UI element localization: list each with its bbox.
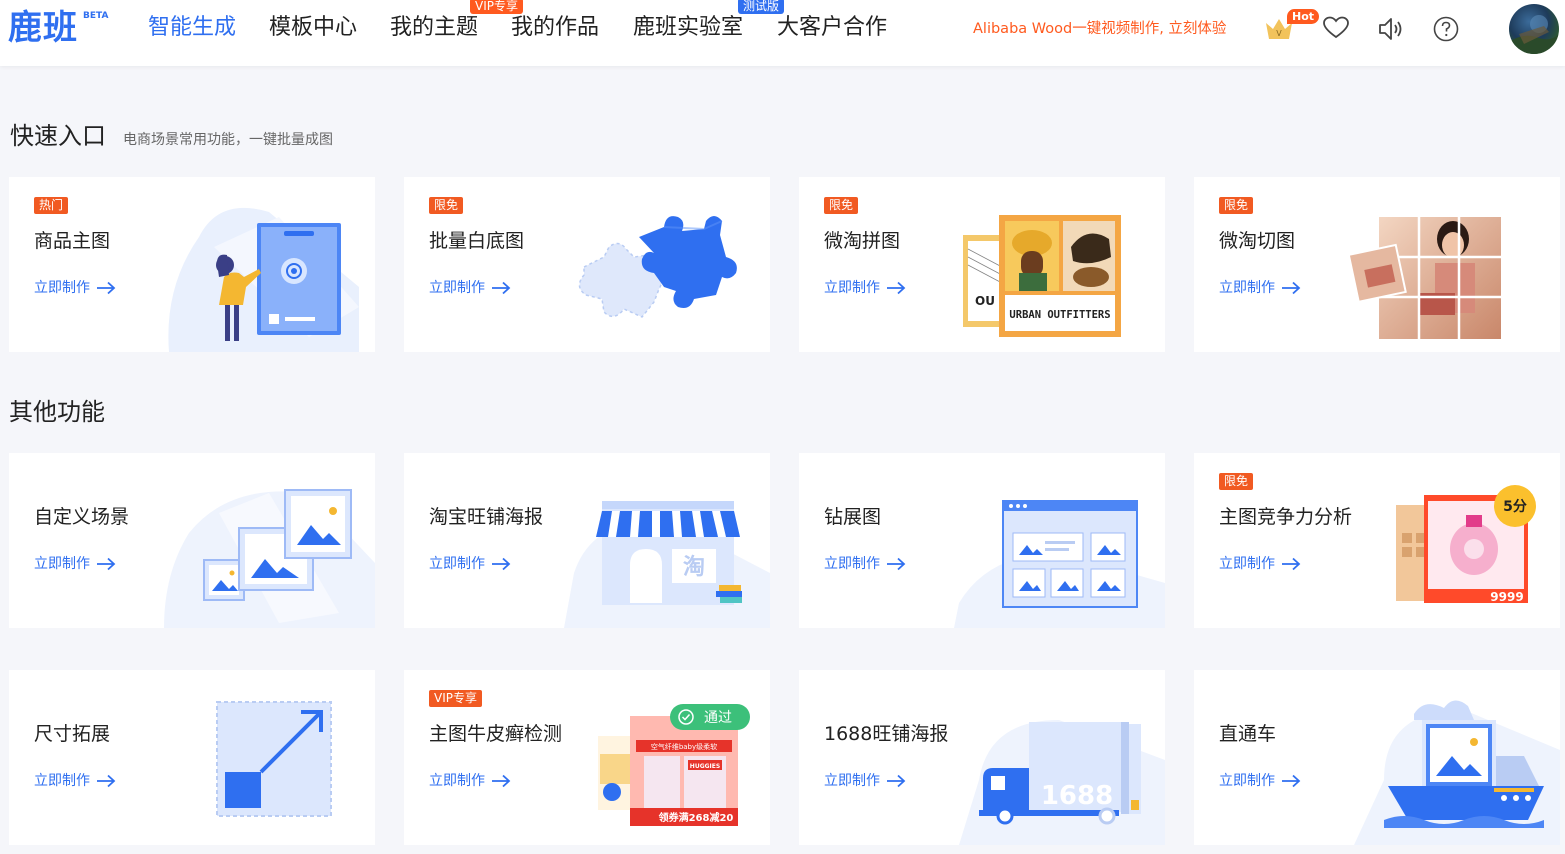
card-weitao-collage[interactable]: 限免 微淘拼图 立即制作 OU URBAN OUTFITTERS <box>799 177 1165 352</box>
card-title: 淘宝旺铺海报 <box>429 506 544 528</box>
make-now-link[interactable]: 立即制作 <box>824 279 906 297</box>
beta-badge: BETA <box>83 11 109 21</box>
card-taobao-shop-poster[interactable]: 淘宝旺铺海报 立即制作 淘 <box>404 453 770 628</box>
free-tag: 限免 <box>1219 197 1254 214</box>
other-features-title: 其他功能 <box>9 398 105 426</box>
card-custom-scene[interactable]: 自定义场景 立即制作 <box>9 453 375 628</box>
vip-tag: VIP专享 <box>429 690 482 707</box>
nav-smart-generate[interactable]: 智能生成 <box>148 12 236 44</box>
arrow-right-icon <box>492 557 511 571</box>
card-title: 微淘拼图 <box>824 230 901 252</box>
svg-text:OU: OU <box>975 294 995 308</box>
collage-illustration: OU URBAN OUTFITTERS <box>963 215 1121 337</box>
card-weitao-slice[interactable]: 限免 微淘切图 立即制作 <box>1194 177 1560 352</box>
booth-illustration <box>954 500 1165 628</box>
nav-template-center[interactable]: 模板中心 <box>269 12 357 44</box>
make-now-link[interactable]: 立即制作 <box>824 555 906 573</box>
card-title: 1688旺铺海报 <box>824 723 949 745</box>
arrow-right-icon <box>887 774 906 788</box>
nav-lab[interactable]: 鹿班实验室 <box>633 12 743 44</box>
svg-text:V: V <box>1276 29 1282 38</box>
card-title: 自定义场景 <box>34 506 130 528</box>
slice-illustration <box>1349 217 1501 339</box>
product-main-illustration <box>168 207 359 352</box>
arrow-right-icon <box>1282 557 1301 571</box>
truck-illustration: 1688 <box>959 720 1165 845</box>
arrow-right-icon <box>97 281 116 295</box>
brand-text: HUGGIES <box>690 763 720 770</box>
card-product-main-image[interactable]: 热门 商品主图 立即制作 <box>9 177 375 352</box>
make-now-link[interactable]: 立即制作 <box>429 279 511 297</box>
card-title: 微淘切图 <box>1219 230 1296 252</box>
coupon-text: 领券满268减20 <box>659 811 734 824</box>
card-batch-white-bg[interactable]: 限免 批量白底图 立即制作 <box>404 177 770 352</box>
analysis-illustration: 9999 5分 <box>1396 485 1536 604</box>
free-tag: 限免 <box>429 197 464 214</box>
arrow-right-icon <box>97 557 116 571</box>
shop-illustration: 淘 <box>564 501 770 628</box>
card-diamond-booth[interactable]: 钻展图 立即制作 <box>799 453 1165 628</box>
nav-enterprise[interactable]: 大客户合作 <box>777 12 887 44</box>
card-title: 主图牛皮癣检测 <box>429 723 563 745</box>
help-icon[interactable] <box>1433 16 1459 46</box>
card-competitiveness-analysis[interactable]: 限免 主图竞争力分析 立即制作 9999 5分 <box>1194 453 1560 628</box>
make-now-link[interactable]: 立即制作 <box>34 555 116 573</box>
card-through-train[interactable]: 直通车 立即制作 <box>1194 670 1560 845</box>
make-now-link[interactable]: 立即制作 <box>34 279 116 297</box>
free-tag: 限免 <box>1219 473 1254 490</box>
arrow-right-icon <box>887 557 906 571</box>
arrow-right-icon <box>492 281 511 295</box>
tao-char: 淘 <box>683 554 705 580</box>
make-now-link[interactable]: 立即制作 <box>34 772 116 790</box>
nav-my-works[interactable]: 我的作品 <box>511 12 599 44</box>
arrow-right-icon <box>887 281 906 295</box>
card-1688-shop-poster[interactable]: 1688旺铺海报 立即制作 1688 <box>799 670 1165 845</box>
arrow-right-icon <box>492 774 511 788</box>
product-banner-text: 空气纤维baby级柔软 <box>651 742 717 751</box>
make-now-link[interactable]: 立即制作 <box>1219 555 1301 573</box>
card-psoriasis-detection[interactable]: VIP专享 主图牛皮癣检测 立即制作 空气纤维baby级柔软 HUGGIES 领… <box>404 670 770 845</box>
hot-tag: 热门 <box>34 197 69 214</box>
nav-my-themes[interactable]: 我的主题 <box>390 12 478 44</box>
speaker-icon[interactable] <box>1377 16 1405 46</box>
pass-badge: 通过 <box>704 710 732 726</box>
make-now-link[interactable]: 立即制作 <box>824 772 906 790</box>
size-expand-illustration <box>216 701 332 817</box>
make-now-link[interactable]: 立即制作 <box>429 772 511 790</box>
arrow-right-icon <box>1282 281 1301 295</box>
make-now-link[interactable]: 立即制作 <box>1219 772 1301 790</box>
truck-1688-text: 1688 <box>1041 781 1113 811</box>
hot-badge: Hot <box>1287 9 1320 24</box>
make-now-link[interactable]: 立即制作 <box>1219 279 1301 297</box>
urban-outfitters-text: URBAN OUTFITTERS <box>1009 309 1110 321</box>
card-title: 批量白底图 <box>429 230 525 252</box>
card-title: 直通车 <box>1219 723 1277 745</box>
promo-link[interactable]: Alibaba Wood一键视频制作, 立刻体验 <box>973 19 1226 39</box>
custom-scene-illustration <box>164 489 375 628</box>
card-title: 钻展图 <box>824 506 882 528</box>
user-avatar[interactable] <box>1509 4 1559 54</box>
arrow-right-icon <box>1282 774 1301 788</box>
card-title: 主图竞争力分析 <box>1219 506 1353 528</box>
heart-icon[interactable] <box>1323 16 1349 44</box>
puzzle-illustration <box>578 216 737 318</box>
price-text: 9999 <box>1490 590 1523 604</box>
ship-illustration <box>1354 700 1560 845</box>
detection-illustration: 空气纤维baby级柔软 HUGGIES 领券满268减20 通过 <box>598 704 750 826</box>
quick-entry-title: 快速入口 <box>10 122 106 150</box>
quick-entry-subtitle: 电商场景常用功能，一键批量成图 <box>123 132 333 148</box>
arrow-right-icon <box>97 774 116 788</box>
card-title: 尺寸拓展 <box>34 723 111 745</box>
card-size-expand[interactable]: 尺寸拓展 立即制作 <box>9 670 375 845</box>
score-badge: 5分 <box>1503 499 1527 515</box>
top-header: 鹿班 BETA 智能生成 模板中心 我的主题 VIP专享 我的作品 鹿班实验室 … <box>0 0 1565 66</box>
make-now-link[interactable]: 立即制作 <box>429 555 511 573</box>
card-title: 商品主图 <box>34 230 111 252</box>
free-tag: 限免 <box>824 197 859 214</box>
logo[interactable]: 鹿班 <box>8 8 78 48</box>
